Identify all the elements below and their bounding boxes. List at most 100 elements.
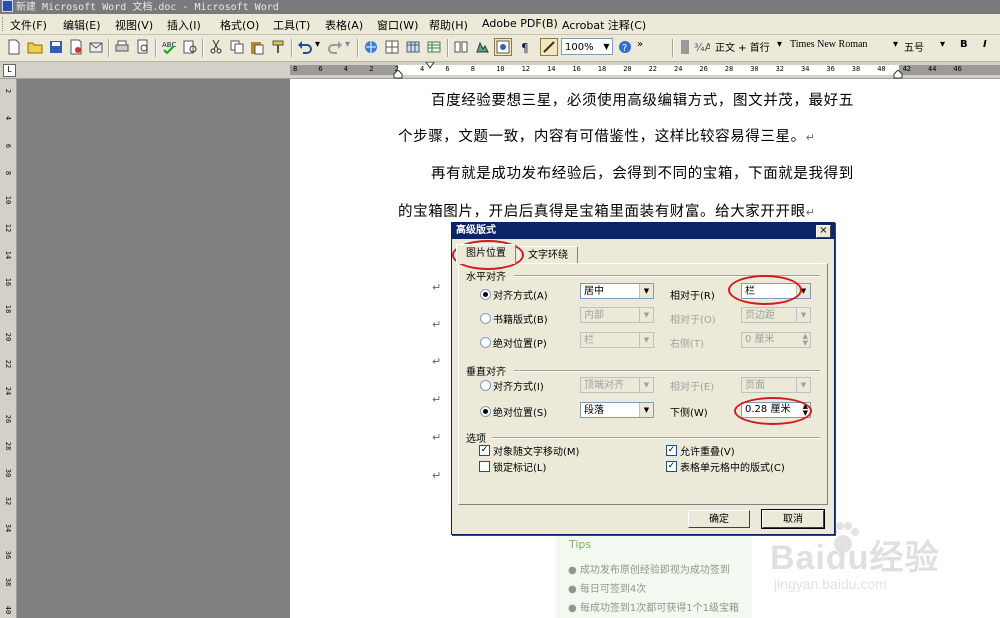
menu-window[interactable]: 窗口(W): [377, 17, 418, 33]
save-icon[interactable]: [48, 39, 64, 55]
allow-overlap-checkbox[interactable]: ✓: [666, 445, 677, 456]
columns-icon[interactable]: [453, 39, 469, 55]
v-align-select[interactable]: 顶端对齐 ▼: [580, 377, 654, 393]
toolbar-grip[interactable]: [2, 17, 7, 31]
paste-icon[interactable]: [249, 39, 265, 55]
styles-formatting-icon[interactable]: ¾A: [694, 39, 710, 55]
size-dropdown-icon[interactable]: ▾: [940, 39, 945, 50]
tab-picture-position[interactable]: 图片位置: [456, 244, 516, 264]
svg-text:ABC: ABC: [162, 41, 176, 49]
ruler-tick-label: 10: [496, 65, 505, 73]
tables-borders-icon[interactable]: [384, 39, 400, 55]
title-bar: 新建 Microsoft Word 文档.doc - Microsoft Wor…: [0, 0, 1000, 14]
dialog-title-bar[interactable]: 高级版式 ×: [452, 223, 834, 239]
vertical-ruler[interactable]: 2 4 6 8 10 12 14 16 18 20 22 24 26 28 30 32 34 36 38 40: [0, 79, 17, 618]
redo-icon[interactable]: [327, 39, 343, 55]
help-icon[interactable]: ?: [617, 39, 633, 55]
v-absolute-select[interactable]: 段落 ▼: [580, 402, 654, 418]
menu-insert[interactable]: 插入(I): [167, 17, 201, 33]
doc-text: 个步骤，文题一致，内容有可借鉴性，这样比较容易得三星。: [398, 129, 806, 145]
permission-icon[interactable]: [68, 39, 84, 55]
spelling-icon[interactable]: ABC: [161, 39, 177, 55]
menu-tools[interactable]: 工具(T): [273, 17, 310, 33]
toolbar-grip-icon[interactable]: [677, 39, 693, 55]
vertical-ruler-tick-label: 6: [4, 143, 12, 148]
paragraph-mark: ↵: [432, 318, 442, 331]
cancel-button[interactable]: 取消: [761, 509, 825, 529]
horizontal-ruler[interactable]: L 8 6 4 2 2 4 6 8 10 12 14 16 18 20 22 24 26 28 30 32 34 36 38…: [0, 62, 1000, 79]
menu-view[interactable]: 视图(V): [115, 17, 153, 33]
v-relative-value: 页面: [745, 380, 765, 391]
h-align-select[interactable]: 居中 ▼: [580, 283, 654, 299]
drawing-toolbar-icon[interactable]: [540, 38, 558, 56]
ok-button[interactable]: 确定: [688, 510, 750, 528]
h-align-radio[interactable]: [480, 289, 491, 300]
new-document-icon[interactable]: [6, 39, 22, 55]
chevron-down-icon: ▼: [639, 308, 653, 322]
move-with-text-checkbox[interactable]: ✓: [479, 445, 490, 456]
menu-help[interactable]: 帮助(H): [429, 17, 468, 33]
open-folder-icon[interactable]: [27, 39, 43, 55]
tip-item: ● 每日可签到4次: [568, 584, 647, 595]
book-layout-select[interactable]: 内部 ▼: [580, 307, 654, 323]
book-layout-radio[interactable]: [480, 313, 491, 324]
show-hide-icon[interactable]: ¶: [518, 39, 534, 55]
toolbar-options-icon[interactable]: »: [637, 39, 643, 50]
font-dropdown-icon[interactable]: ▾: [893, 39, 898, 50]
style-value[interactable]: 正文 + 首行: [715, 39, 770, 54]
ruler-tick-label: 2: [369, 65, 374, 73]
h-absolute-value: 栏: [584, 335, 594, 346]
cut-icon[interactable]: [208, 39, 224, 55]
zoom-select[interactable]: 100% ▼: [561, 38, 613, 55]
right-of-spinner[interactable]: 0 厘米 ▲ ▼: [741, 332, 811, 348]
v-relative-label: 相对于(E): [670, 382, 715, 393]
document-map-icon[interactable]: [494, 38, 512, 56]
email-icon[interactable]: [88, 39, 104, 55]
lock-anchor-checkbox[interactable]: [479, 461, 490, 472]
close-button[interactable]: ×: [816, 225, 831, 238]
research-icon[interactable]: [182, 39, 198, 55]
allow-overlap-label: 允许重叠(V): [680, 447, 735, 458]
hyperlink-icon[interactable]: [363, 39, 379, 55]
v-relative-select[interactable]: 页面 ▼: [741, 377, 811, 393]
print-preview-icon[interactable]: [135, 39, 151, 55]
font-value[interactable]: Times New Roman: [790, 39, 867, 50]
word-icon: [2, 0, 13, 12]
chevron-down-icon: ▼: [796, 308, 810, 322]
doc-line: 的宝箱图片，开启后真得是宝箱里面装有财富。给大家开开眼↵: [398, 202, 816, 223]
drawing-icon[interactable]: [474, 39, 490, 55]
font-size-value[interactable]: 五号: [904, 39, 924, 54]
book-relative-select[interactable]: 页边距 ▼: [741, 307, 811, 323]
v-align-radio[interactable]: [480, 380, 491, 391]
hanging-indent-marker[interactable]: [393, 70, 403, 79]
print-icon[interactable]: [114, 39, 130, 55]
book-relative-label: 相对于(O): [670, 315, 716, 326]
ruler-tick-label: 16: [572, 65, 581, 73]
italic-button[interactable]: I: [983, 39, 987, 50]
insert-table-icon[interactable]: [405, 39, 421, 55]
copy-icon[interactable]: [229, 39, 245, 55]
menu-acrobat-comments[interactable]: Acrobat 注释(C): [562, 17, 646, 33]
separator: [202, 39, 204, 57]
format-painter-icon[interactable]: [270, 39, 286, 55]
tab-text-wrapping[interactable]: 文字环绕: [518, 246, 578, 264]
h-absolute-radio[interactable]: [480, 337, 491, 348]
redo-dropdown-icon[interactable]: ▾: [345, 39, 350, 50]
style-dropdown-icon[interactable]: ▾: [777, 39, 782, 50]
undo-icon[interactable]: [297, 39, 313, 55]
bold-button[interactable]: B: [960, 39, 968, 50]
menu-file[interactable]: 文件(F): [10, 17, 47, 33]
tab-selector[interactable]: L: [3, 64, 16, 77]
menu-adobe-pdf[interactable]: Adobe PDF(B): [482, 17, 558, 30]
h-absolute-select[interactable]: 栏 ▼: [580, 332, 654, 348]
ruler-tick-label: 42: [902, 65, 912, 73]
insert-excel-icon[interactable]: [426, 39, 442, 55]
undo-dropdown-icon[interactable]: ▾: [315, 39, 320, 50]
menu-format[interactable]: 格式(O): [220, 17, 259, 33]
menu-table[interactable]: 表格(A): [325, 17, 363, 33]
menu-edit[interactable]: 编辑(E): [63, 17, 101, 33]
right-indent-marker[interactable]: [893, 70, 903, 79]
first-line-indent-marker[interactable]: [425, 62, 435, 69]
v-absolute-radio[interactable]: [480, 406, 491, 417]
layout-in-cell-checkbox[interactable]: ✓: [666, 461, 677, 472]
